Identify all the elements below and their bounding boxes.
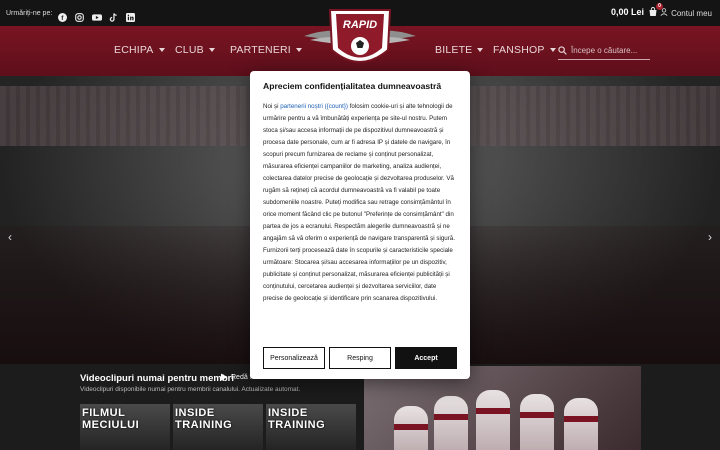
slider-prev-arrow[interactable]: ‹ — [8, 230, 12, 244]
video-thumbnails: FILMUL MECIULUI INSIDE TRAINING INSIDE T… — [80, 404, 356, 450]
instagram-icon[interactable] — [75, 9, 85, 22]
player-figure — [394, 406, 428, 450]
nav-item-label: PARTENERI — [230, 44, 291, 56]
nav-item-bilete[interactable]: BILETE — [435, 44, 484, 56]
video-thumbnail[interactable]: INSIDE TRAINING — [173, 404, 263, 450]
player-figure — [520, 394, 554, 450]
video-thumbnail[interactable]: INSIDE TRAINING — [266, 404, 356, 450]
reject-button[interactable]: Resping — [329, 347, 391, 369]
chevron-down-icon — [477, 48, 484, 52]
video-thumbnail-title: FILMUL MECIULUI — [82, 407, 140, 431]
modal-text-rest: folosim cookie-uri și alte tehnologii de… — [263, 103, 455, 302]
logo-text: RAPID — [343, 19, 377, 31]
account-link[interactable]: Contul meu — [660, 8, 712, 18]
player-figure — [476, 390, 510, 450]
user-icon — [660, 8, 668, 18]
youtube-icon[interactable] — [92, 9, 103, 21]
cart-button[interactable]: 0,00 Lei 0 — [610, 3, 663, 17]
video-thumbnail-title: INSIDE TRAINING — [268, 407, 326, 431]
search-icon — [558, 42, 567, 60]
cookie-consent-modal: Apreciem confidențialitatea dumneavoastr… — [250, 71, 470, 379]
facebook-icon[interactable]: f — [58, 9, 68, 22]
video-thumbnail[interactable]: FILMUL MECIULUI — [80, 404, 170, 450]
search-placeholder: Începe o căutare... — [571, 46, 638, 55]
follow-label: Urmăriți-ne pe: — [6, 9, 53, 17]
player-figure — [564, 398, 598, 450]
play-icon — [221, 373, 228, 381]
nav-item-label: ECHIPA — [114, 44, 154, 56]
nav-item-label: FANSHOP — [493, 44, 545, 56]
nav-item-club[interactable]: CLUB — [175, 44, 215, 56]
partners-link[interactable]: partenerii noștri ({count}) — [280, 103, 348, 110]
nav-item-fanshop[interactable]: FANSHOP — [493, 44, 556, 56]
cart-icon: 0 — [648, 3, 663, 17]
linkedin-icon[interactable] — [126, 9, 136, 22]
videos-subtitle: Videoclipuri disponibile numai pentru me… — [80, 386, 301, 393]
nav-item-echipa[interactable]: ECHIPA — [114, 44, 165, 56]
player-figure — [434, 396, 468, 450]
modal-text-start: Noi și — [263, 103, 281, 110]
account-label: Contul meu — [671, 8, 712, 18]
videos-title: Videoclipuri numai pentru membri — [80, 373, 234, 384]
cart-total: 0,00 Lei — [610, 7, 644, 17]
nav-item-label: CLUB — [175, 44, 204, 56]
video-thumbnail-title: INSIDE TRAINING — [175, 407, 233, 431]
tiktok-icon[interactable] — [109, 9, 118, 22]
social-links: f — [58, 9, 136, 22]
modal-title: Apreciem confidențialitatea dumneavoastr… — [263, 81, 442, 91]
page: Urmăriți-ne pe: f 0,00 Lei 0 Contul meu … — [0, 0, 720, 450]
nav-item-label: BILETE — [435, 44, 473, 56]
search-input[interactable]: Începe o căutare... — [558, 42, 650, 60]
customize-button[interactable]: Personalizează — [263, 347, 325, 369]
modal-buttons: Personalizează Resping Accept — [263, 347, 457, 369]
accept-button[interactable]: Accept — [395, 347, 457, 369]
chevron-down-icon — [208, 48, 215, 52]
chevron-down-icon — [549, 48, 556, 52]
nav-item-parteneri[interactable]: PARTENERI — [230, 44, 302, 56]
club-logo[interactable]: RAPID — [302, 4, 418, 76]
slider-next-arrow[interactable]: › — [708, 230, 712, 244]
modal-body: Noi și partenerii noștri ({count}) folos… — [263, 101, 457, 305]
chevron-down-icon — [158, 48, 165, 52]
